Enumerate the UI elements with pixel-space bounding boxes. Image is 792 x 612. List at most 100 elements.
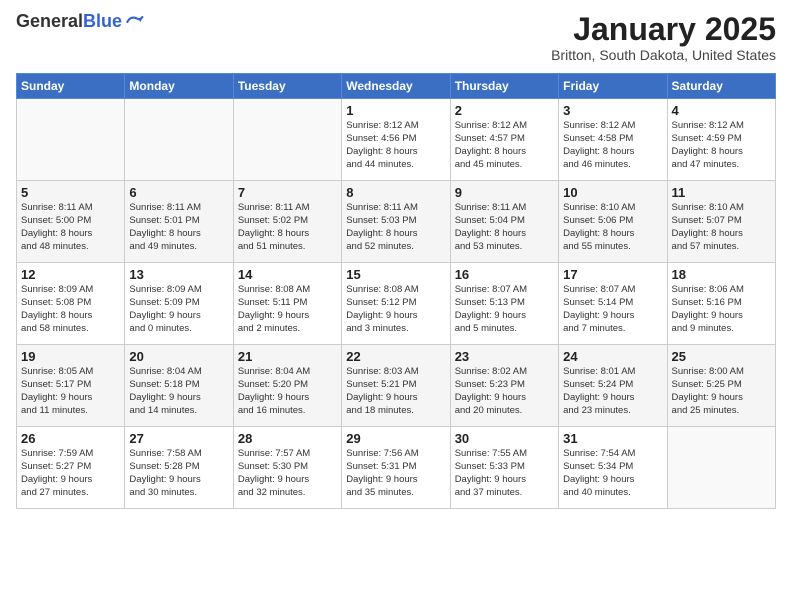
day-info: Sunrise: 8:08 AM Sunset: 5:11 PM Dayligh… [238, 284, 337, 335]
day-info: Sunrise: 8:11 AM Sunset: 5:01 PM Dayligh… [129, 202, 228, 253]
calendar-week-row: 26 Sunrise: 7:59 AM Sunset: 5:27 PM Dayli… [17, 427, 776, 509]
calendar-cell: 8Sunrise: 8:11 AM Sunset: 5:03 PM Daylig… [342, 181, 450, 263]
day-info: Sunrise: 8:10 AM Sunset: 5:06 PM Dayligh… [563, 202, 662, 253]
calendar-week-row: 1 Sunrise: 8:12 AM Sunset: 4:56 PM Daylig… [17, 99, 776, 181]
calendar-cell [667, 427, 775, 509]
calendar-cell: 3 Sunrise: 8:12 AM Sunset: 4:58 PM Daylig… [559, 99, 667, 181]
day-number: 28 [238, 431, 337, 446]
calendar-cell: 7 Sunrise: 8:11 AM Sunset: 5:02 PM Daylig… [233, 181, 341, 263]
weekday-header: Wednesday [342, 74, 450, 99]
calendar-week-row: 12 Sunrise: 8:09 AM Sunset: 5:08 PM Dayli… [17, 263, 776, 345]
day-number: 2 [455, 103, 554, 118]
day-number: 4 [672, 103, 771, 118]
day-number: 11 [672, 185, 771, 200]
day-number: 19 [21, 349, 120, 364]
calendar-cell: 10Sunrise: 8:10 AM Sunset: 5:06 PM Dayli… [559, 181, 667, 263]
header: GeneralBlue January 2025 Britton, South … [16, 12, 776, 63]
day-number: 17 [563, 267, 662, 282]
day-number: 6 [129, 185, 228, 200]
calendar-cell: 23Sunrise: 8:02 AM Sunset: 5:23 PM Dayli… [450, 345, 558, 427]
day-number: 30 [455, 431, 554, 446]
day-number: 13 [129, 267, 228, 282]
day-info: Sunrise: 8:06 AM Sunset: 5:16 PM Dayligh… [672, 284, 771, 335]
day-number: 26 [21, 431, 120, 446]
day-number: 27 [129, 431, 228, 446]
day-number: 31 [563, 431, 662, 446]
calendar-cell: 18Sunrise: 8:06 AM Sunset: 5:16 PM Dayli… [667, 263, 775, 345]
day-number: 3 [563, 103, 662, 118]
calendar-cell: 15 Sunrise: 8:08 AM Sunset: 5:12 PM Dayli… [342, 263, 450, 345]
day-number: 9 [455, 185, 554, 200]
day-info: Sunrise: 7:54 AM Sunset: 5:34 PM Dayligh… [563, 448, 662, 499]
day-info: Sunrise: 8:00 AM Sunset: 5:25 PM Dayligh… [672, 366, 771, 417]
weekday-row: SundayMondayTuesdayWednesdayThursdayFrid… [17, 74, 776, 99]
calendar-body: 1 Sunrise: 8:12 AM Sunset: 4:56 PM Daylig… [17, 99, 776, 509]
day-number: 7 [238, 185, 337, 200]
day-info: Sunrise: 8:11 AM Sunset: 5:03 PM Dayligh… [346, 202, 445, 253]
day-info: Sunrise: 8:07 AM Sunset: 5:14 PM Dayligh… [563, 284, 662, 335]
weekday-header: Sunday [17, 74, 125, 99]
day-info: Sunrise: 8:10 AM Sunset: 5:07 PM Dayligh… [672, 202, 771, 253]
day-number: 12 [21, 267, 120, 282]
day-number: 24 [563, 349, 662, 364]
day-info: Sunrise: 7:56 AM Sunset: 5:31 PM Dayligh… [346, 448, 445, 499]
day-info: Sunrise: 7:59 AM Sunset: 5:27 PM Dayligh… [21, 448, 120, 499]
day-info: Sunrise: 8:04 AM Sunset: 5:18 PM Dayligh… [129, 366, 228, 417]
calendar-cell: 14 Sunrise: 8:08 AM Sunset: 5:11 PM Dayli… [233, 263, 341, 345]
day-number: 5 [21, 185, 120, 200]
location: Britton, South Dakota, United States [551, 47, 776, 63]
calendar-cell: 5 Sunrise: 8:11 AM Sunset: 5:00 PM Daylig… [17, 181, 125, 263]
calendar-cell: 6 Sunrise: 8:11 AM Sunset: 5:01 PM Daylig… [125, 181, 233, 263]
day-info: Sunrise: 8:04 AM Sunset: 5:20 PM Dayligh… [238, 366, 337, 417]
day-info: Sunrise: 7:55 AM Sunset: 5:33 PM Dayligh… [455, 448, 554, 499]
day-info: Sunrise: 8:11 AM Sunset: 5:00 PM Dayligh… [21, 202, 120, 253]
calendar-cell: 1 Sunrise: 8:12 AM Sunset: 4:56 PM Daylig… [342, 99, 450, 181]
day-number: 1 [346, 103, 445, 118]
calendar-cell: 11 Sunrise: 8:10 AM Sunset: 5:07 PM Dayli… [667, 181, 775, 263]
calendar-cell: 20Sunrise: 8:04 AM Sunset: 5:18 PM Dayli… [125, 345, 233, 427]
calendar-cell [125, 99, 233, 181]
calendar-cell: 24 Sunrise: 8:01 AM Sunset: 5:24 PM Dayli… [559, 345, 667, 427]
logo-text: GeneralBlue [16, 12, 122, 32]
day-info: Sunrise: 8:08 AM Sunset: 5:12 PM Dayligh… [346, 284, 445, 335]
day-info: Sunrise: 8:09 AM Sunset: 5:08 PM Dayligh… [21, 284, 120, 335]
day-info: Sunrise: 7:57 AM Sunset: 5:30 PM Dayligh… [238, 448, 337, 499]
calendar-cell: 21 Sunrise: 8:04 AM Sunset: 5:20 PM Dayli… [233, 345, 341, 427]
day-info: Sunrise: 8:11 AM Sunset: 5:02 PM Dayligh… [238, 202, 337, 253]
calendar-cell: 19 Sunrise: 8:05 AM Sunset: 5:17 PM Dayli… [17, 345, 125, 427]
month-title: January 2025 [551, 12, 776, 47]
weekday-header: Friday [559, 74, 667, 99]
day-number: 22 [346, 349, 445, 364]
calendar-cell: 27 Sunrise: 7:58 AM Sunset: 5:28 PM Dayli… [125, 427, 233, 509]
calendar-cell: 25Sunrise: 8:00 AM Sunset: 5:25 PM Dayli… [667, 345, 775, 427]
calendar-table: SundayMondayTuesdayWednesdayThursdayFrid… [16, 73, 776, 509]
page-container: GeneralBlue January 2025 Britton, South … [0, 0, 792, 517]
calendar-cell: 13Sunrise: 8:09 AM Sunset: 5:09 PM Dayli… [125, 263, 233, 345]
calendar-cell: 4Sunrise: 8:12 AM Sunset: 4:59 PM Daylig… [667, 99, 775, 181]
day-info: Sunrise: 8:12 AM Sunset: 4:57 PM Dayligh… [455, 120, 554, 171]
weekday-header: Tuesday [233, 74, 341, 99]
calendar-cell: 31 Sunrise: 7:54 AM Sunset: 5:34 PM Dayli… [559, 427, 667, 509]
day-number: 23 [455, 349, 554, 364]
calendar-week-row: 5 Sunrise: 8:11 AM Sunset: 5:00 PM Daylig… [17, 181, 776, 263]
day-number: 21 [238, 349, 337, 364]
calendar-cell: 16Sunrise: 8:07 AM Sunset: 5:13 PM Dayli… [450, 263, 558, 345]
day-number: 14 [238, 267, 337, 282]
calendar-cell: 28 Sunrise: 7:57 AM Sunset: 5:30 PM Dayli… [233, 427, 341, 509]
calendar-cell: 17 Sunrise: 8:07 AM Sunset: 5:14 PM Dayli… [559, 263, 667, 345]
day-info: Sunrise: 8:03 AM Sunset: 5:21 PM Dayligh… [346, 366, 445, 417]
day-info: Sunrise: 8:05 AM Sunset: 5:17 PM Dayligh… [21, 366, 120, 417]
day-info: Sunrise: 7:58 AM Sunset: 5:28 PM Dayligh… [129, 448, 228, 499]
day-number: 29 [346, 431, 445, 446]
calendar-header: SundayMondayTuesdayWednesdayThursdayFrid… [17, 74, 776, 99]
day-info: Sunrise: 8:11 AM Sunset: 5:04 PM Dayligh… [455, 202, 554, 253]
calendar-cell: 29 Sunrise: 7:56 AM Sunset: 5:31 PM Dayli… [342, 427, 450, 509]
title-block: January 2025 Britton, South Dakota, Unit… [551, 12, 776, 63]
calendar-cell [233, 99, 341, 181]
day-info: Sunrise: 8:12 AM Sunset: 4:58 PM Dayligh… [563, 120, 662, 171]
day-info: Sunrise: 8:12 AM Sunset: 4:56 PM Dayligh… [346, 120, 445, 171]
day-number: 15 [346, 267, 445, 282]
weekday-header: Monday [125, 74, 233, 99]
calendar-cell: 22 Sunrise: 8:03 AM Sunset: 5:21 PM Dayli… [342, 345, 450, 427]
day-info: Sunrise: 8:01 AM Sunset: 5:24 PM Dayligh… [563, 366, 662, 417]
